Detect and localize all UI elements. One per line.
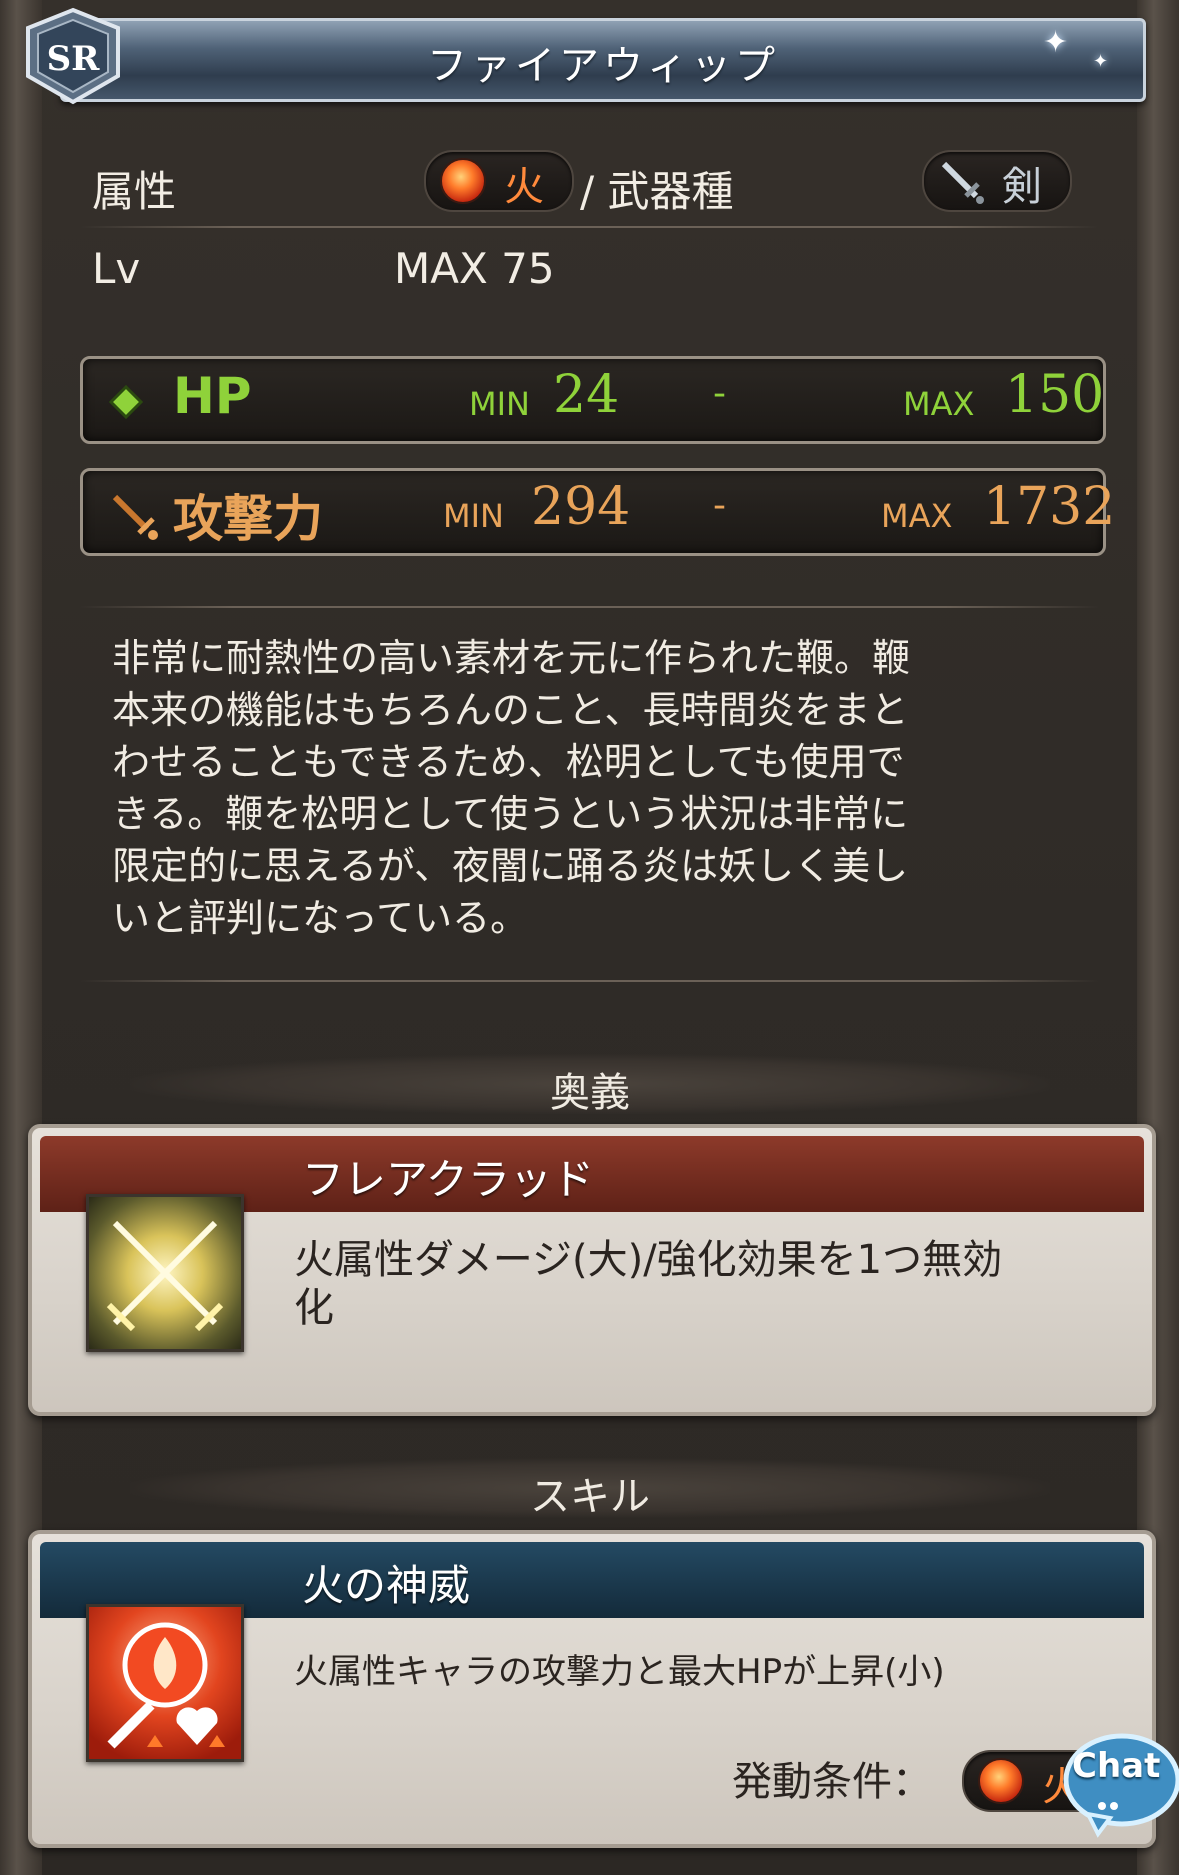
ougi-card[interactable]: フレアクラッド 火属性ダメージ(大)/強化効果を1つ無効 化 <box>28 1124 1156 1416</box>
fire-attack-hp-up-icon <box>107 1622 225 1749</box>
element-pill: 火 <box>424 150 574 212</box>
title-bar: ファイアウィップ ✦ ✦ <box>60 18 1146 102</box>
skill-section-label: スキル <box>530 1474 650 1520</box>
skill-condition-label: 発動条件： <box>732 1759 932 1805</box>
hp-min-label: MIN <box>469 385 530 423</box>
crossed-swords-icon <box>106 1220 224 1332</box>
weapon-description: 非常に耐熱性の高い素材を元に作られた鞭。鞭 本来の機能はもちろんのこと、長時間炎… <box>112 632 1072 944</box>
element-value: 火 <box>504 164 544 210</box>
hp-diamond-icon <box>109 385 143 419</box>
weapon-type-label: / 武器種 <box>580 167 734 216</box>
weapon-type-pill: 剣 <box>922 150 1072 212</box>
lv-value: MAX 75 <box>394 244 555 293</box>
chat-label: Chat <box>1072 1746 1161 1786</box>
description-line: 限定的に思えるが、夜闇に踊る炎は妖しく美し <box>112 844 909 888</box>
ougi-section-header: 奥義 <box>130 1054 1050 1116</box>
description-line: 非常に耐熱性の高い素材を元に作られた鞭。鞭 <box>112 636 911 680</box>
skill-section-header: スキル <box>130 1458 1050 1520</box>
description-line: 本来の機能はもちろんのこと、長時間炎をまと <box>112 688 909 732</box>
attack-label: 攻撃力 <box>173 490 323 548</box>
skill-icon <box>86 1604 244 1762</box>
ougi-desc-line: 火属性ダメージ(大)/強化効果を1つ無効 <box>294 1237 1003 1283</box>
skill-name: 火の神威 <box>302 1561 471 1610</box>
ougi-desc-line: 化 <box>294 1285 334 1331</box>
skill-description: 火属性キャラの攻撃力と最大HPが上昇(小) <box>294 1652 945 1692</box>
ougi-section-label: 奥義 <box>550 1070 630 1116</box>
hp-max-value: 150 <box>1005 365 1105 425</box>
divider <box>80 606 1099 608</box>
attack-max-label: MAX <box>881 497 953 535</box>
divider <box>80 226 1099 228</box>
description-line: きる。鞭を松明として使うという状況は非常に <box>112 792 909 836</box>
rarity-badge-icon: SR <box>26 7 120 105</box>
attack-max-value: 1732 <box>983 477 1116 537</box>
hp-stat-bar: HP MIN 24 - MAX 150 <box>80 356 1106 444</box>
weapon-name: ファイアウィップ <box>427 43 779 89</box>
ougi-description: 火属性ダメージ(大)/強化効果を1つ無効 化 <box>294 1236 1002 1332</box>
skill-card[interactable]: 火の神威 火属性キャラの攻撃力と最大HPが上昇(小) 発動条件： 火 <box>28 1530 1156 1848</box>
lv-label: Lv <box>92 244 141 293</box>
sparkle-icon: ✦ <box>1043 25 1069 60</box>
hp-range-dash: - <box>713 373 726 414</box>
ougi-icon <box>86 1194 244 1352</box>
description-line: わせることもできるため、松明としても使用で <box>112 740 905 784</box>
sword-icon <box>941 161 984 204</box>
rarity-label: SR <box>47 39 101 79</box>
hp-max-label: MAX <box>903 385 975 423</box>
hp-min-value: 24 <box>553 365 620 425</box>
sparkle-icon: ✦ <box>1093 51 1109 72</box>
hp-label: HP <box>173 367 252 425</box>
ougi-name: フレアクラッド <box>302 1155 594 1204</box>
divider <box>80 980 1099 982</box>
attack-min-value: 294 <box>531 477 631 537</box>
description-line: いと評判になっている。 <box>112 896 529 940</box>
weapon-type-value: 剣 <box>1002 164 1042 210</box>
fire-element-icon <box>978 1758 1024 1804</box>
attribute-label: 属性 <box>92 167 177 216</box>
attack-range-dash: - <box>713 485 726 526</box>
attack-sword-icon <box>112 494 158 540</box>
chat-button[interactable]: Chat <box>1062 1730 1179 1840</box>
fire-element-icon <box>440 158 486 204</box>
attack-stat-bar: 攻撃力 MIN 294 - MAX 1732 <box>80 468 1115 556</box>
attack-min-label: MIN <box>443 497 504 535</box>
